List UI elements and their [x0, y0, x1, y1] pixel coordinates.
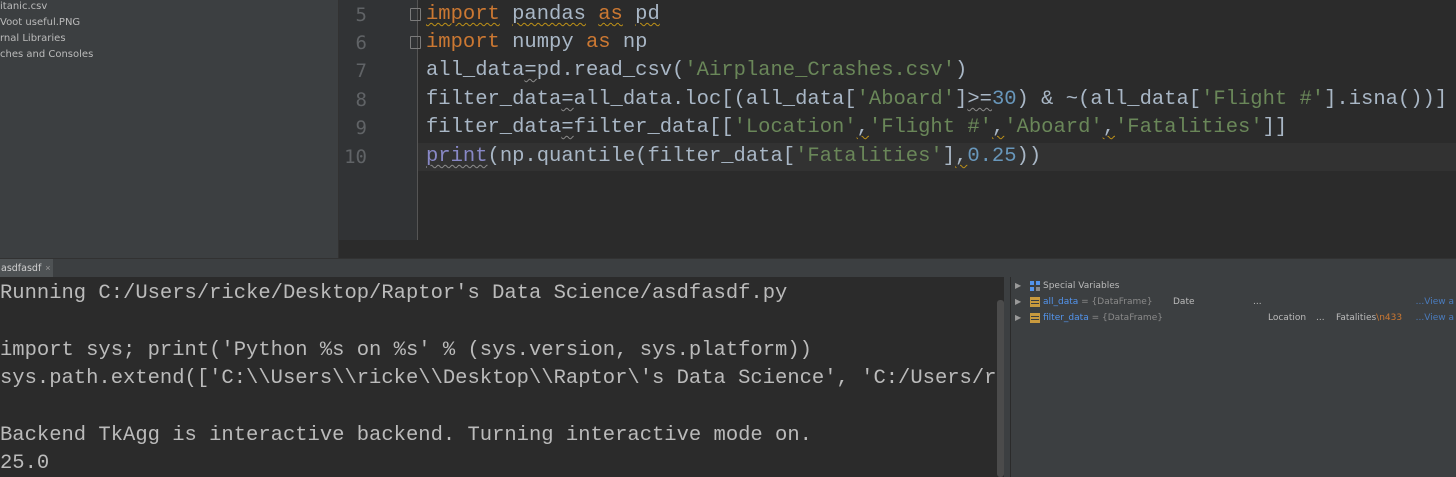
code-token: all_data	[426, 59, 525, 82]
code-token: 'Location'	[733, 116, 857, 139]
code-token: ].isna())]	[1324, 88, 1448, 111]
line-number: 10	[344, 146, 367, 168]
code-line-7[interactable]: all_data=pd.read_csv('Airplane_Crashes.c…	[426, 57, 967, 85]
run-tab[interactable]: asdfasdf ×	[0, 259, 53, 277]
variable-preview: Date	[1173, 297, 1195, 307]
code-token: 'Fatalities'	[1115, 116, 1263, 139]
view-as-link[interactable]: ...View a	[1416, 310, 1454, 326]
tree-item-external-libraries[interactable]: rnal Libraries	[0, 31, 66, 47]
code-line-8[interactable]: filter_data=all_data.loc[(all_data['Aboa…	[426, 86, 1447, 114]
code-token: import	[426, 3, 500, 26]
code-token: all_data.loc[(all_data[	[573, 88, 857, 111]
code-token: ]	[942, 145, 956, 168]
code-line-5[interactable]: import pandas as pd	[426, 1, 660, 29]
code-token: ,	[856, 116, 869, 139]
code-token: 'Airplane_Crashes.csv'	[684, 59, 956, 82]
variable-preview: ...	[1253, 297, 1262, 307]
code-token: 'Aboard'	[1004, 116, 1103, 139]
code-token: import	[426, 31, 500, 54]
fold-marker-icon[interactable]	[410, 36, 421, 49]
code-token: as	[598, 3, 623, 26]
run-tool-header: asdfasdf ×	[0, 258, 1456, 277]
console-line: sys.path.extend(['C:\\Users\\ricke\\Desk…	[0, 367, 1004, 390]
view-as-link[interactable]: ...View a	[1416, 294, 1454, 310]
dataframe-icon	[1030, 313, 1040, 323]
code-line-6[interactable]: import numpy as np	[426, 29, 647, 57]
console-output[interactable]: Running C:/Users/ricke/Desktop/Raptor's …	[0, 277, 1004, 477]
code-token: >=	[967, 88, 992, 111]
console-line: import sys; print('Python %s on %s' % (s…	[0, 339, 812, 362]
line-number: 5	[355, 4, 367, 26]
console-line: Backend TkAgg is interactive backend. Tu…	[0, 424, 812, 447]
line-number: 8	[355, 89, 367, 111]
expand-arrow-icon[interactable]: ▶	[1015, 278, 1021, 294]
line-number: 6	[355, 32, 367, 54]
fold-marker-icon[interactable]	[410, 8, 421, 21]
code-token: ))	[1016, 145, 1042, 168]
dataframe-icon	[1030, 297, 1040, 307]
special-variables-icon	[1030, 281, 1040, 291]
code-token: as	[585, 31, 611, 54]
code-token: ,	[1102, 116, 1115, 139]
code-token: numpy	[512, 31, 574, 54]
console-line: 25.0	[0, 452, 50, 475]
code-token: filter_data[[	[573, 116, 734, 139]
code-token: ]]	[1262, 116, 1288, 139]
variable-name: all_data = {DataFrame}	[1043, 297, 1153, 307]
code-token: pd.read_csv(	[536, 59, 685, 82]
expand-arrow-icon[interactable]: ▶	[1015, 310, 1021, 326]
code-token: ]	[955, 88, 968, 111]
code-token: 30	[991, 88, 1017, 111]
code-token: filter_data	[426, 116, 562, 139]
special-variables-label: Special Variables	[1043, 281, 1120, 291]
code-token: =	[561, 88, 574, 111]
line-number: 9	[355, 117, 367, 139]
code-token: (np.quantile(filter_data[	[487, 145, 796, 168]
close-icon[interactable]: ×	[45, 263, 50, 273]
expand-arrow-icon[interactable]: ▶	[1015, 294, 1021, 310]
code-token: 0.25	[967, 145, 1017, 168]
code-token: =	[524, 59, 537, 82]
code-token: )	[955, 59, 968, 82]
variable-preview: ...	[1316, 313, 1325, 323]
code-token: ,	[955, 145, 968, 168]
console-scrollbar[interactable]	[997, 300, 1004, 477]
code-token: 'Flight #'	[868, 116, 992, 139]
code-line-10[interactable]: print(np.quantile(filter_data['Fatalitie…	[426, 143, 1041, 171]
variables-panel: ▶ Special Variables ▶ all_data = {DataFr…	[1010, 277, 1456, 477]
variable-name: filter_data = {DataFrame}	[1043, 313, 1163, 323]
tree-item-woot-png[interactable]: Voot useful.PNG	[0, 15, 80, 31]
tree-item-titanic-csv[interactable]: itanic.csv	[0, 0, 47, 15]
line-number: 7	[355, 60, 367, 82]
code-token: =	[561, 116, 574, 139]
code-token: ) & ~(all_data[	[1016, 88, 1202, 111]
project-tree: itanic.csv Voot useful.PNG rnal Librarie…	[0, 0, 338, 258]
code-token: 'Aboard'	[856, 88, 956, 111]
tree-item-scratches-consoles[interactable]: ches and Consoles	[0, 47, 93, 63]
special-variables-row[interactable]: ▶ Special Variables	[1010, 278, 1456, 294]
variable-row[interactable]: ▶ all_data = {DataFrame} Date ... ...Vie…	[1010, 294, 1456, 310]
code-token: pandas	[512, 3, 586, 26]
code-token: np	[622, 31, 648, 54]
code-token: filter_data	[426, 88, 562, 111]
code-line-9[interactable]: filter_data=filter_data[['Location','Fli…	[426, 114, 1287, 142]
code-token: print	[426, 145, 488, 168]
code-token: 'Flight #'	[1201, 88, 1325, 111]
code-token: 'Fatalities'	[795, 145, 943, 168]
variables-panel-edge	[1010, 277, 1011, 477]
run-tab-label: asdfasdf	[1, 262, 42, 274]
code-token: pd	[635, 3, 660, 26]
editor-bottom-area	[339, 240, 1456, 258]
variable-preview: Location	[1268, 313, 1307, 323]
code-token: ,	[991, 116, 1005, 139]
variable-preview: Fatalities\n433	[1336, 313, 1403, 323]
console-line: Running C:/Users/ricke/Desktop/Raptor's …	[0, 282, 788, 305]
variable-row[interactable]: ▶ filter_data = {DataFrame} Location ...…	[1010, 310, 1456, 326]
